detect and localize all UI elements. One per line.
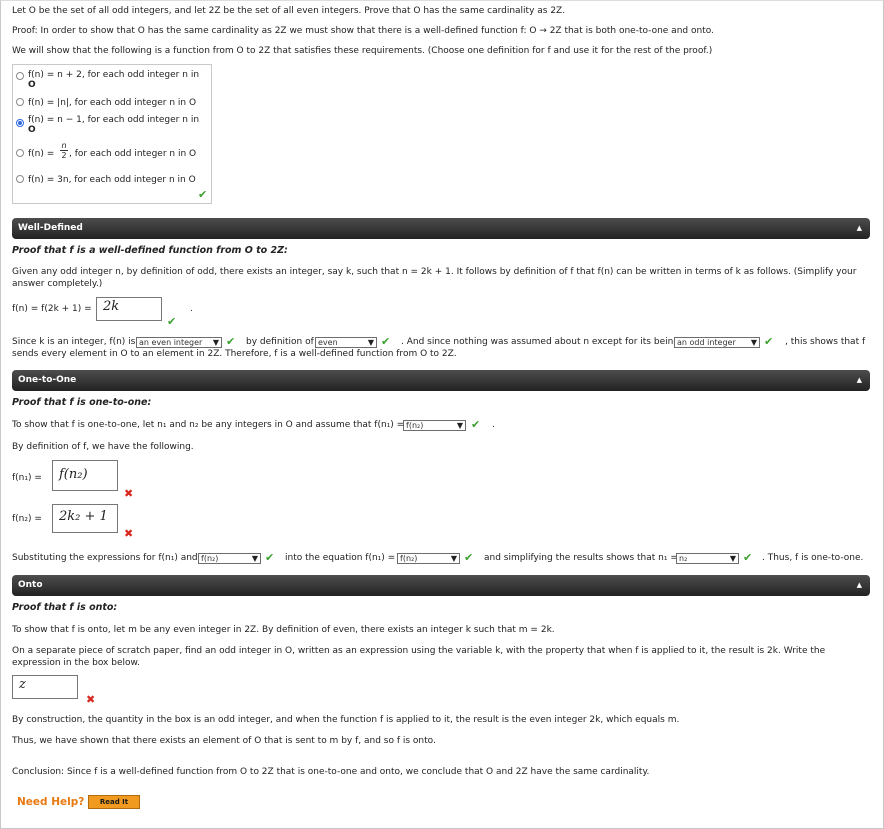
choice-label-5: f(n) = 3n, for each odd integer n in O (28, 175, 196, 185)
choice-4-frac-num: n (60, 141, 68, 151)
choice-label-4-cont: , for each odd integer n in O (69, 149, 197, 159)
sub-select-1-check-icon: ✔ (265, 551, 275, 564)
choice-radio-1[interactable] (16, 72, 24, 80)
onto-line3: By construction, the quantity in the box… (12, 715, 680, 725)
chevron-down-icon: ▼ (750, 338, 757, 347)
choice-4-frac-den: 2 (61, 151, 67, 160)
since-text-e: sends every element in O to an element i… (12, 349, 457, 359)
choice-label-1: f(n) = n + 2, for each odd integer n in (28, 70, 200, 80)
eq1-answer-box[interactable]: f(n₂) (52, 460, 118, 491)
since-text-c: . And since nothing was assumed about n … (401, 337, 680, 347)
select-2-check-icon: ✔ (381, 335, 391, 348)
definition-choices: f(n) = n + 2, for each odd integer n in … (12, 64, 212, 204)
one-to-one-heading: Proof that f is one-to-one: (12, 397, 152, 408)
onto-heading: Proof that f is onto: (12, 602, 118, 613)
eq2-answer-box[interactable]: 2k₂ + 1 (52, 504, 118, 533)
one-to-one-line2: By definition of f, we have the followin… (12, 442, 194, 452)
chevron-down-icon: ▼ (212, 338, 219, 347)
well-defined-select-2[interactable]: even ▼ (315, 337, 377, 348)
choice-label-2: f(n) = |n|, for each odd integer n in O (28, 98, 197, 108)
select-3-check-icon: ✔ (764, 335, 774, 348)
choice-radio-2[interactable] (16, 98, 24, 106)
well-defined-heading: Proof that f is a well-defined function … (12, 245, 288, 256)
well-defined-eq-check-icon: ✔ (167, 315, 177, 328)
collapse-arrow-icon[interactable]: ▲ (857, 575, 862, 596)
since-text-a: Since k is an integer, f(n) is (12, 337, 136, 347)
choice-label-3: f(n) = n − 1, for each odd integer n in (28, 115, 200, 125)
well-defined-answer-box[interactable]: 2k (96, 297, 162, 321)
chevron-down-icon: ▼ (729, 554, 736, 563)
substitute-select-2[interactable]: f(n₂) ▼ (397, 553, 460, 564)
read-it-button[interactable]: Read It (88, 795, 140, 809)
substitute-text-b: into the equation f(n₁) = (285, 553, 396, 563)
one-to-one-bar[interactable]: One-to-One ▲ (12, 370, 870, 391)
choice-radio-3[interactable] (16, 119, 24, 127)
substitute-text-a: Substituting the expressions for f(n₁) a… (12, 553, 198, 563)
select-main-check-icon: ✔ (471, 418, 481, 431)
choice-radio-5[interactable] (16, 175, 24, 183)
onto-bar[interactable]: Onto ▲ (12, 575, 870, 596)
sub-select-1-value: f(n₂) (201, 554, 219, 563)
well-defined-paragraph: Given any odd integer n, by definition o… (12, 267, 857, 289)
well-defined-eq-label: f(n) = f(2k + 1) = (12, 304, 92, 314)
onto-line2: On a separate piece of scratch paper, fi… (12, 646, 826, 668)
select-2-value: even (318, 338, 338, 347)
choice-label-3-cont: O (28, 125, 36, 135)
choose-instruction: We will show that the following is a fun… (12, 46, 713, 56)
substitute-select-1[interactable]: f(n₂) ▼ (198, 553, 261, 564)
one-to-one-line1: To show that f is one-to-one, let n₁ and… (12, 420, 405, 430)
since-text-b: by definition of (246, 337, 314, 347)
one-to-one-line1-end: . (492, 420, 495, 430)
substitute-text-c: and simplifying the results shows that n… (484, 553, 678, 563)
select-1-value: an even integer (139, 338, 203, 347)
substitute-text-d: . Thus, f is one-to-one. (762, 553, 864, 563)
substitute-select-3[interactable]: n₂ ▼ (676, 553, 739, 564)
onto-cross-icon: ✖ (86, 693, 96, 706)
onto-title: Onto (18, 580, 43, 590)
choice-label-1-cont: O (28, 80, 36, 90)
eq2-cross-icon: ✖ (124, 527, 134, 540)
proof-intro: Proof: In order to show that O has the s… (12, 26, 714, 36)
eq1-label: f(n₁) = (12, 473, 42, 483)
conclusion: Conclusion: Since f is a well-defined fu… (12, 767, 650, 777)
choice-radio-4[interactable] (16, 149, 24, 157)
sub-select-3-value: n₂ (679, 554, 688, 563)
well-defined-title: Well-Defined (18, 223, 83, 233)
chevron-down-icon: ▼ (251, 554, 258, 563)
sub-select-3-check-icon: ✔ (743, 551, 753, 564)
onto-line1: To show that f is onto, let m be any eve… (12, 625, 555, 635)
chevron-down-icon: ▼ (367, 338, 374, 347)
select-1-check-icon: ✔ (226, 335, 236, 348)
sub-select-2-check-icon: ✔ (464, 551, 474, 564)
sub-select-2-value: f(n₂) (400, 554, 418, 563)
well-defined-bar[interactable]: Well-Defined ▲ (12, 218, 870, 239)
eq1-cross-icon: ✖ (124, 487, 134, 500)
chevron-down-icon: ▼ (456, 421, 463, 430)
select-3-value: an odd integer (677, 338, 736, 347)
onto-line4: Thus, we have shown that there exists an… (12, 736, 436, 746)
choice-label-4: f(n) = (28, 149, 55, 159)
well-defined-select-1[interactable]: an even integer ▼ (136, 337, 222, 348)
eq2-label: f(n₂) = (12, 514, 42, 524)
need-help-label: Need Help? (17, 796, 85, 808)
chevron-down-icon: ▼ (450, 554, 457, 563)
since-text-d: , this shows that f (785, 337, 866, 347)
well-defined-select-3[interactable]: an odd integer ▼ (674, 337, 760, 348)
one-to-one-select-main[interactable]: f(n₂) ▼ (403, 420, 466, 431)
onto-answer-box[interactable]: z (12, 675, 78, 699)
collapse-arrow-icon[interactable]: ▲ (857, 370, 862, 391)
collapse-arrow-icon[interactable]: ▲ (857, 218, 862, 239)
one-to-one-title: One-to-One (18, 375, 77, 385)
select-main-value: f(n₂) (406, 421, 424, 430)
well-defined-eq-period: . (190, 304, 193, 314)
problem-statement: Let O be the set of all odd integers, an… (12, 6, 566, 16)
choices-check-icon: ✔ (198, 188, 208, 201)
